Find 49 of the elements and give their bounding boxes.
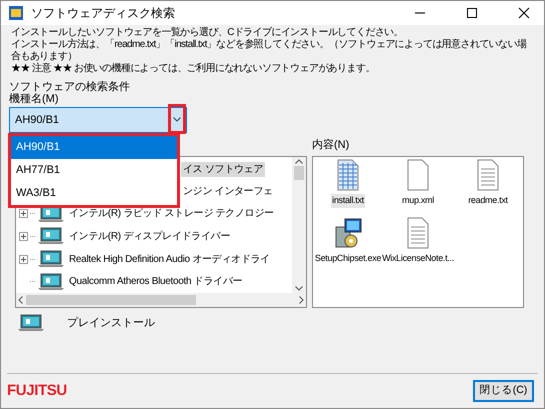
file-name[interactable]: mup.xml [401, 194, 435, 208]
instruction-text: インストール方法は、「readme.txt」「install.txt」などを参照してください。（ソフトウェアによっては用意されていない場合もあります） [11, 39, 528, 62]
scroll-down-icon[interactable] [295, 286, 303, 291]
spreadsheet-file-icon [336, 159, 360, 191]
laptop-icon [37, 227, 65, 246]
file-name[interactable]: WixLicenseNote.t... [381, 252, 455, 266]
tree-item[interactable]: ンジン インターフェ [181, 184, 275, 200]
chevron-down-icon [173, 116, 181, 122]
fujitsu-logo: FUJITSU [7, 380, 67, 400]
scrollbar-thumb[interactable] [26, 295, 196, 305]
instruction-text: インストールしたいソフトウェアを一覧から選び、Cドライブにインストールしてください。 [11, 27, 404, 38]
field-label: 機種名(M) [9, 93, 58, 105]
dropdown-option[interactable]: AH90/B1 [11, 136, 177, 159]
tree-item[interactable]: インテル(R) ディスプレイドライバー [69, 228, 230, 244]
laptop-icon [37, 250, 65, 268]
scroll-left-icon[interactable] [18, 296, 23, 304]
preinstall-icon [17, 314, 45, 332]
legend-label: プレインストール [67, 316, 155, 331]
expand-icon[interactable] [19, 254, 28, 264]
text-file-icon [406, 217, 430, 249]
laptop-icon [37, 272, 65, 291]
window-title: ソフトウェアディスク検索 [31, 5, 176, 22]
scroll-up-icon[interactable] [295, 159, 303, 164]
horizontal-scrollbar[interactable] [16, 293, 306, 307]
tree-item[interactable]: イス ソフトウェア [181, 162, 266, 178]
model-combobox[interactable]: AH90/B1 [9, 107, 187, 133]
vertical-scrollbar[interactable] [292, 157, 306, 293]
text-file-icon [476, 159, 500, 191]
file-name[interactable]: readme.txt [467, 194, 509, 208]
expand-icon[interactable] [19, 209, 28, 218]
tree-item[interactable]: インテル(R) ラピッド ストレージ テクノロジー [69, 206, 274, 222]
scrollbar-thumb[interactable] [294, 166, 304, 180]
maximize-icon[interactable] [466, 7, 478, 19]
tree-item[interactable]: Qualcomm Atheros Bluetooth ドライバー [69, 274, 242, 290]
contents-label: 内容(N) [312, 139, 350, 152]
file-name[interactable]: install.txt [331, 194, 365, 208]
installer-icon [333, 217, 363, 249]
dropdown-option[interactable]: WA3/B1 [11, 182, 177, 205]
section-heading: ソフトウェアの検索条件 [9, 81, 130, 93]
instruction-text: ★★ 注意 ★★ お使いの機種によっては、ご利用になれないソフトウェアがあります。 [11, 63, 375, 75]
file-name[interactable]: SetupChipset.exe [314, 252, 382, 266]
scroll-right-icon[interactable] [299, 296, 304, 304]
blank-file-icon [406, 159, 430, 191]
close-button[interactable]: 閉じる(C) [473, 380, 534, 402]
close-icon[interactable] [518, 7, 530, 19]
app-icon [9, 6, 23, 20]
tree-item[interactable]: Realtek High Definition Audio オーディオドライ [69, 252, 270, 266]
dropdown-option[interactable]: AH77/B1 [11, 159, 177, 182]
expand-icon[interactable] [19, 232, 28, 241]
